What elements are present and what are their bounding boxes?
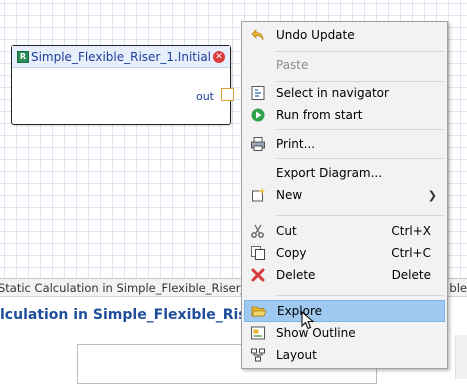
menu-item-undo-update[interactable]: Undo Update [244,24,445,46]
outline-icon [250,325,266,341]
menu-item-layout[interactable]: Layout [244,344,445,366]
menu-item-shortcut: Ctrl+X [391,224,431,238]
menu-item-label: Paste [276,58,309,72]
menu-item-show-outline[interactable]: Show Outline [244,322,445,344]
menu-item-print[interactable]: Print... [244,133,445,155]
menu-item-delete[interactable]: Delete Delete [244,264,445,286]
navigator-icon [250,85,266,101]
run-icon [250,107,266,123]
menu-item-label: Export Diagram... [276,166,383,180]
riser-node-icon: R [17,50,29,63]
printer-icon [250,136,266,152]
menu-item-export-diagram[interactable]: Export Diagram... [244,162,445,184]
folder-open-icon [251,303,267,319]
output-port[interactable] [221,88,234,101]
context-menu: Undo Update Paste Select in navigator Ru… [241,21,448,369]
new-icon [250,187,266,203]
node-title: Simple_Flexible_Riser_1.Initial [30,49,212,64]
menu-item-label: Layout [276,348,317,362]
tab-label: Static Calculation in Simple_Flexible_Ri… [0,281,254,295]
scissors-icon [250,223,266,239]
menu-separator [276,215,444,216]
submenu-arrow-icon: ❯ [427,188,437,202]
menu-item-select-in-navigator[interactable]: Select in navigator [244,82,445,104]
node-header[interactable]: R Simple_Flexible_Riser_1.Initial ✕ [12,46,230,68]
menu-item-label: Print... [276,137,316,151]
menu-item-shortcut: Ctrl+C [391,246,431,260]
delete-icon [250,267,266,283]
menu-item-label: Cut [276,224,297,238]
menu-item-label: Undo Update [276,28,355,42]
menu-item-explore[interactable]: Explore [244,300,445,322]
layout-icon [250,347,266,363]
output-port-label: out [195,90,214,103]
menu-item-label: Copy [276,246,307,260]
menu-item-label: Delete [276,268,316,282]
menu-item-label: Run from start [276,108,363,122]
menu-item-cut[interactable]: Cut Ctrl+X [244,220,445,242]
menu-item-run-from-start[interactable]: Run from start [244,104,445,126]
menu-separator [276,158,444,159]
menu-separator [276,129,444,130]
panel-heading: lculation in Simple_Flexible_Riser_1 [0,307,280,323]
menu-item-label: New [276,188,303,202]
undo-icon [250,27,266,43]
menu-item-shortcut: Delete [391,268,431,282]
menu-item-copy[interactable]: Copy Ctrl+C [244,242,445,264]
menu-separator [276,51,444,52]
menu-item-paste[interactable]: Paste [244,54,445,76]
export-blank [250,165,266,181]
copy-icon [250,245,266,261]
menu-item-new[interactable]: New ❯ [244,184,445,206]
diagram-node[interactable]: R Simple_Flexible_Riser_1.Initial ✕ out [11,45,231,125]
menu-separator [276,295,444,296]
menu-item-label: Select in navigator [276,86,389,100]
node-error-icon[interactable]: ✕ [213,50,225,63]
paste-blank [250,57,266,73]
tab-partial[interactable]: ble [449,281,467,295]
tab-static-calculation[interactable]: Static Calculation in Simple_Flexible_Ri… [0,281,267,295]
panel-scrollbar[interactable] [455,335,467,379]
mouse-cursor-icon [301,311,315,330]
